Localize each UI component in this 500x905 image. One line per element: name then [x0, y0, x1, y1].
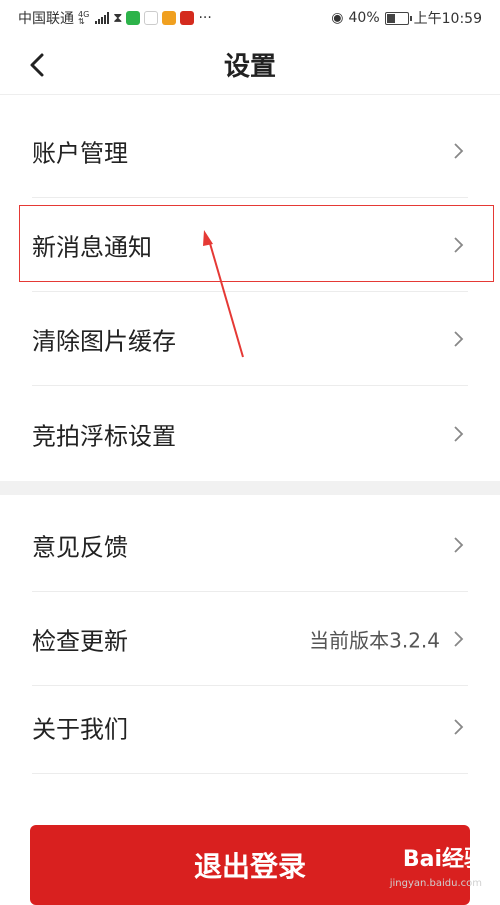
status-bar: 中国联通 4G ⇅ ⧗ ··· ◉ 40% 上午10:59 — [0, 0, 500, 34]
settings-item-label: 竞拍浮标设置 — [32, 422, 176, 451]
app-notification-icon — [162, 11, 177, 25]
settings-item-label: 关于我们 — [32, 715, 128, 744]
watermark-url: jingyan.baidu.com — [389, 878, 482, 889]
settings-item-label: 清除图片缓存 — [32, 327, 176, 356]
hourglass-icon: ⧗ — [113, 10, 123, 26]
app-notification-icon — [180, 11, 195, 25]
carrier-label: 中国联通 — [18, 11, 74, 27]
divider — [32, 773, 468, 774]
signal-icon — [95, 12, 110, 24]
settings-item-label: 检查更新 — [32, 627, 128, 656]
more-notifications-icon: ··· — [198, 10, 212, 26]
section-separator — [0, 481, 500, 495]
chevron-right-icon — [454, 143, 464, 159]
chevron-right-icon — [454, 719, 464, 735]
settings-item-label: 账户管理 — [32, 139, 128, 168]
settings-item-check-update[interactable]: 检查更新 当前版本3.2.4 — [0, 592, 500, 686]
chevron-right-icon — [454, 537, 464, 553]
divider — [32, 385, 468, 386]
battery-percent: 40% — [348, 10, 380, 26]
status-bar-right: ◉ 40% 上午10:59 — [331, 8, 482, 28]
clock: 上午10:59 — [413, 11, 482, 27]
settings-item-account[interactable]: 账户管理 — [0, 104, 500, 198]
battery-icon — [384, 11, 412, 25]
chevron-right-icon — [454, 426, 464, 442]
app-notification-icon — [126, 11, 141, 25]
eye-icon: ◉ — [331, 10, 344, 26]
annotation-highlight-box — [19, 205, 494, 282]
watermark-logo: Bai经验 — [402, 847, 486, 872]
network-type-icon: 4G ⇅ — [78, 10, 90, 26]
logout-label: 退出登录 — [193, 850, 306, 883]
app-notification-icon — [144, 11, 159, 25]
settings-item-auction-float[interactable]: 竞拍浮标设置 — [0, 387, 500, 481]
header: 设置 — [0, 34, 500, 95]
chevron-right-icon — [454, 331, 464, 347]
chevron-right-icon — [454, 631, 464, 647]
settings-item-about[interactable]: 关于我们 — [0, 680, 500, 774]
page-title: 设置 — [223, 52, 276, 82]
settings-item-clear-cache[interactable]: 清除图片缓存 — [0, 292, 500, 386]
settings-item-label: 意见反馈 — [32, 533, 128, 562]
settings-item-feedback[interactable]: 意见反馈 — [0, 498, 500, 592]
version-value: 当前版本3.2.4 — [309, 628, 440, 653]
status-bar-left: 中国联通 4G ⇅ ⧗ ··· — [18, 8, 212, 28]
